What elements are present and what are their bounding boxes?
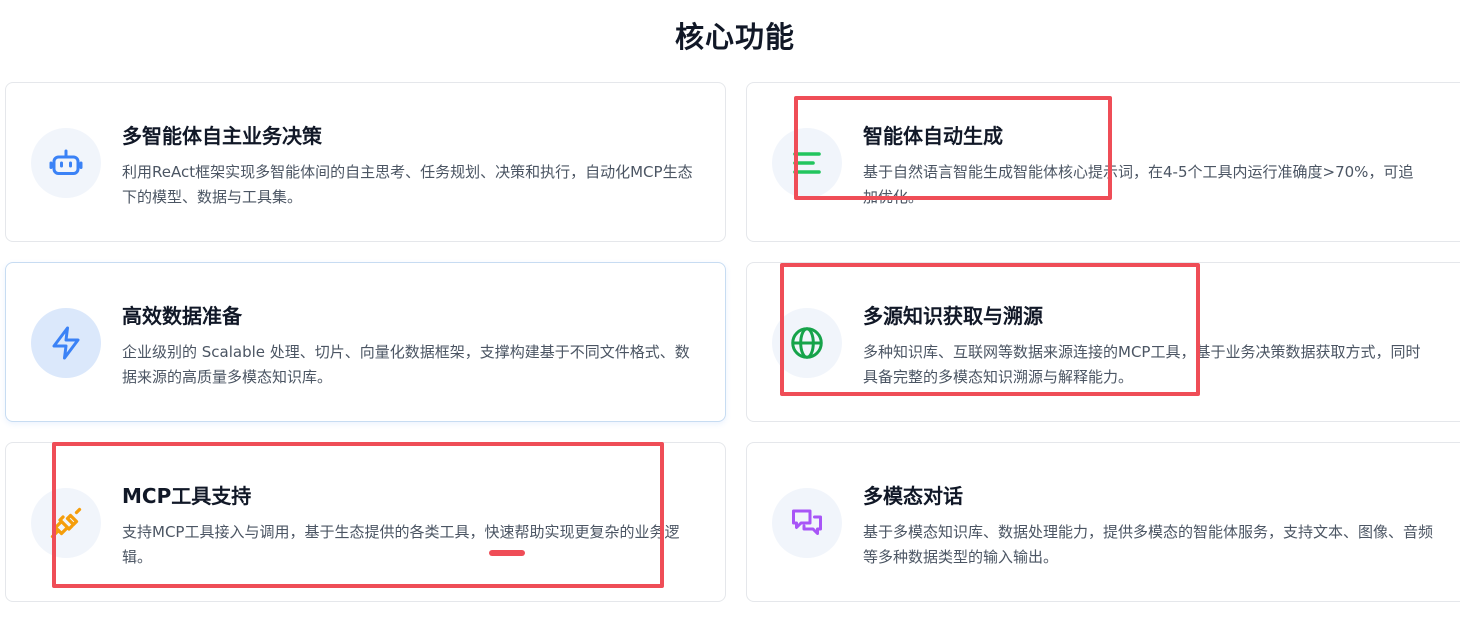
robot-icon [31,128,101,198]
annotation-dash [489,550,525,556]
annotation-box-mcp-tools [52,442,664,588]
feature-card-multimodal-chat[interactable]: 多模态对话 基于多模态知识库、数据处理能力，提供多模态的智能体服务，支持文本、图… [746,442,1460,602]
chat-bubbles-icon [772,488,842,558]
feature-title: 多模态对话 [863,484,963,508]
section-title: 核心功能 [674,20,795,54]
annotation-box-knowledge-retrieval [780,263,1200,396]
feature-title: 高效数据准备 [122,304,242,328]
feature-card-multi-agent-decision[interactable]: 多智能体自主业务决策 利用ReAct框架实现多智能体间的自主思考、任务规划、决策… [5,82,726,242]
feature-description: 利用ReAct框架实现多智能体间的自主思考、任务规划、决策和执行，自动化MCP生… [122,163,693,206]
annotation-box-agent-auto-generation [794,96,1112,200]
feature-description: 基于多模态知识库、数据处理能力，提供多模态的智能体服务，支持文本、图像、音频等多… [863,523,1434,566]
lightning-icon [31,308,101,378]
features-section: 核心功能 多智能体自主业务决策 利用ReAct框架实现多智能体间的自主思考、任务… [0,0,1460,634]
feature-title: 多智能体自主业务决策 [122,124,322,148]
feature-description: 企业级别的 Scalable 处理、切片、向量化数据框架，支撑构建基于不同文件格… [122,343,690,386]
feature-card-data-preparation[interactable]: 高效数据准备 企业级别的 Scalable 处理、切片、向量化数据框架，支撑构建… [5,262,726,422]
